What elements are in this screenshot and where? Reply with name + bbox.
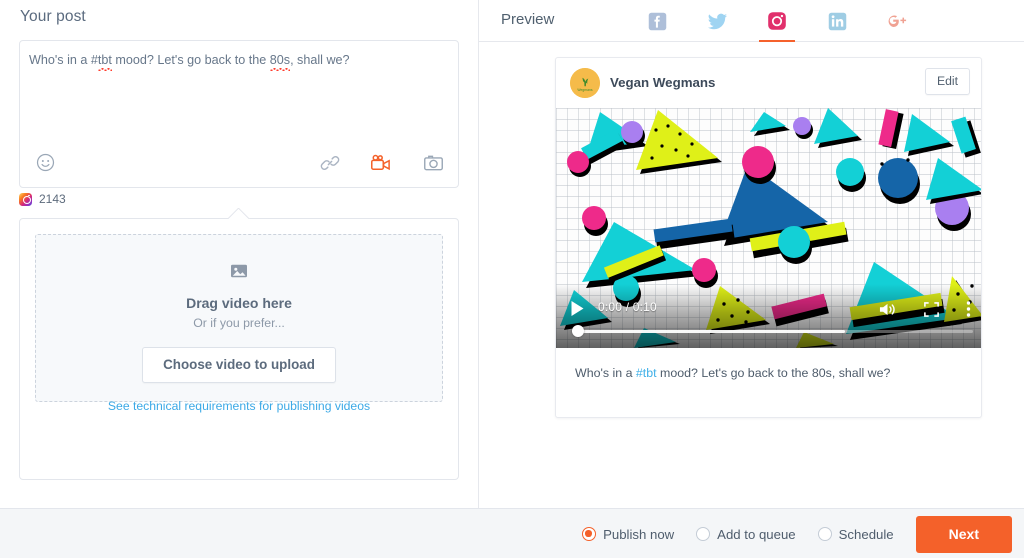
radio-publish-now-indicator[interactable]	[582, 527, 597, 541]
composer-text-seg1: Who's in a #	[29, 53, 98, 67]
video-upload-card: Drag video here Or if you prefer... Choo…	[19, 218, 459, 480]
action-footer: Publish now Add to queue Schedule Next	[0, 508, 1024, 558]
radio-add-to-queue-label: Add to queue	[717, 526, 796, 542]
preview-header: Preview	[479, 0, 1024, 42]
video-dropzone[interactable]: Drag video here Or if you prefer... Choo…	[35, 234, 443, 413]
dropzone-title: Drag video here	[186, 295, 292, 311]
seekbar-buffer	[572, 330, 845, 333]
tab-googleplus[interactable]	[867, 0, 927, 42]
smiley-icon[interactable]	[36, 153, 55, 177]
callout-caret	[228, 208, 250, 219]
character-count-value: 2143	[39, 192, 66, 206]
linkedin-icon	[828, 12, 846, 30]
account-name: Vegan Wegmans	[610, 75, 716, 90]
preview-caption: Who's in a #tbt mood? Let's go back to t…	[556, 348, 981, 383]
preview-title: Preview	[501, 11, 555, 28]
preview-card-header: Wegmans Vegan Wegmans Edit	[556, 58, 981, 108]
fullscreen-icon[interactable]	[923, 301, 940, 323]
tab-twitter[interactable]	[687, 0, 747, 42]
video-time-display: 0:00 / 0:10	[598, 300, 657, 314]
next-button[interactable]: Next	[915, 515, 1012, 553]
footer-actions: Publish now Add to queue Schedule Next	[582, 509, 1012, 558]
composer-misspelled-tbt: tbt	[97, 51, 112, 72]
twitter-icon	[707, 13, 727, 29]
video-seekbar[interactable]	[572, 325, 973, 337]
dropzone-subtitle: Or if you prefer...	[193, 316, 285, 330]
tab-linkedin[interactable]	[807, 0, 867, 42]
link-icon[interactable]	[320, 153, 340, 178]
more-vertical-icon[interactable]	[966, 300, 971, 323]
play-icon[interactable]	[570, 300, 585, 322]
radio-add-to-queue-indicator[interactable]	[696, 527, 711, 541]
post-composer-app: Your post Who's in a #tbt mood? Let's go…	[0, 0, 1024, 558]
composer-toolbar	[20, 145, 458, 187]
video-right-controls	[878, 300, 971, 323]
composer-misspelled-80s: 80s	[269, 51, 291, 72]
radio-publish-now[interactable]: Publish now	[582, 527, 674, 542]
seekbar-handle[interactable]	[572, 325, 584, 337]
caption-after: mood? Let's go back to the 80s, shall we…	[656, 366, 891, 380]
choose-video-button[interactable]: Choose video to upload	[142, 347, 336, 383]
character-count: 2143	[19, 192, 66, 206]
instagram-preview-card: Wegmans Vegan Wegmans Edit 0:00 / 0:10 W…	[555, 57, 982, 418]
composer-text[interactable]: Who's in a #tbt mood? Let's go back to t…	[29, 51, 448, 72]
instagram-icon	[19, 192, 32, 206]
facebook-icon	[648, 12, 666, 30]
instagram-icon	[768, 12, 786, 30]
radio-schedule-indicator[interactable]	[817, 527, 832, 541]
page-title: Your post	[20, 8, 86, 25]
video-controls: 0:00 / 0:10	[556, 288, 981, 348]
video-player[interactable]: 0:00 / 0:10	[556, 108, 981, 348]
technical-requirements-link[interactable]: See technical requirements for publishin…	[108, 399, 370, 413]
preview-panel: Preview Wegmans Vegan Wegmans Edit 0:00 …	[479, 0, 1024, 508]
tab-facebook[interactable]	[627, 0, 687, 42]
volume-icon[interactable]	[878, 301, 897, 323]
image-placeholder-icon	[230, 263, 248, 284]
composer-text-seg2: mood? Let's go back to the	[111, 53, 270, 67]
network-tabs	[627, 0, 927, 42]
post-composer[interactable]: Who's in a #tbt mood? Let's go back to t…	[19, 40, 459, 188]
radio-schedule[interactable]: Schedule	[817, 526, 894, 542]
avatar: Wegmans	[570, 68, 600, 98]
radio-schedule-label: Schedule	[838, 526, 894, 542]
radio-add-to-queue[interactable]: Add to queue	[696, 526, 796, 542]
composer-attachment-icons	[320, 153, 444, 178]
svg-text:Wegmans: Wegmans	[577, 88, 593, 92]
radio-publish-now-label: Publish now	[603, 526, 675, 542]
photo-camera-icon[interactable]	[423, 153, 444, 178]
composer-text-seg3: , shall we?	[290, 53, 350, 67]
video-camera-icon[interactable]	[370, 153, 393, 178]
left-panel: Your post Who's in a #tbt mood? Let's go…	[0, 0, 479, 508]
googleplus-icon	[888, 15, 907, 27]
caption-hashtag[interactable]: #tbt	[636, 366, 657, 380]
caption-before: Who's in a	[575, 366, 636, 380]
tab-instagram[interactable]	[747, 0, 807, 42]
edit-button[interactable]: Edit	[924, 68, 970, 95]
